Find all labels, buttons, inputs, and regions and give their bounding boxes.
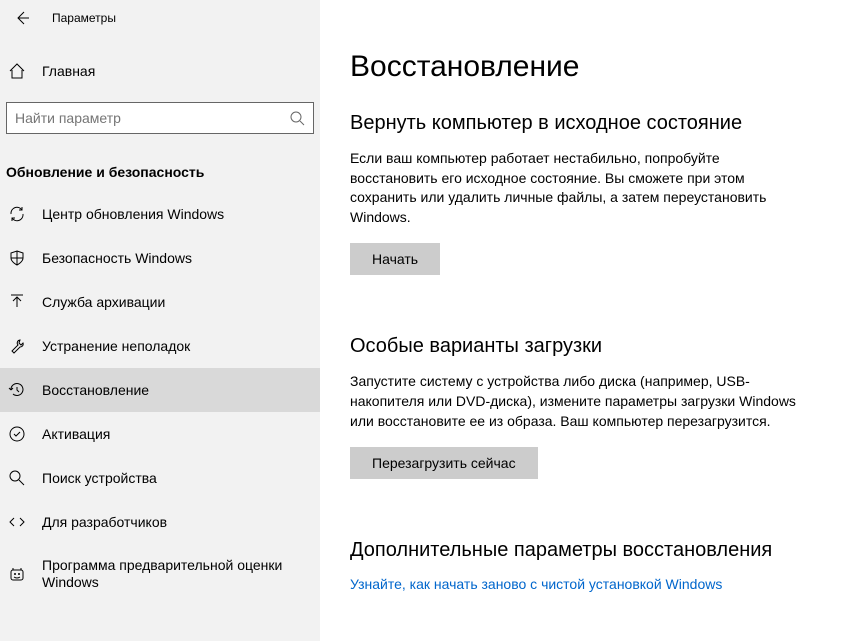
search-icon xyxy=(289,110,305,126)
sidebar-item-windows-update[interactable]: Центр обновления Windows xyxy=(0,192,320,236)
sidebar-item-label: Восстановление xyxy=(42,382,320,399)
history-icon xyxy=(8,381,26,399)
sidebar-item-insider[interactable]: Программа предварительной оценки Windows xyxy=(0,544,320,604)
more-heading: Дополнительные параметры восстановления xyxy=(350,539,834,562)
code-icon xyxy=(8,513,26,531)
back-button[interactable] xyxy=(12,8,32,28)
home-label: Главная xyxy=(42,63,95,79)
sidebar-item-windows-security[interactable]: Безопасность Windows xyxy=(0,236,320,280)
sidebar-item-find-device[interactable]: Поиск устройства xyxy=(0,456,320,500)
window-title: Параметры xyxy=(52,11,116,25)
insider-icon xyxy=(8,565,26,583)
upload-icon xyxy=(8,293,26,311)
more-recovery-section: Дополнительные параметры восстановления … xyxy=(350,539,834,592)
main-content: Восстановление Вернуть компьютер в исход… xyxy=(320,0,864,641)
home-link[interactable]: Главная xyxy=(0,52,320,90)
sidebar-item-backup[interactable]: Служба архивации xyxy=(0,280,320,324)
sidebar-item-label: Для разработчиков xyxy=(42,514,320,531)
check-circle-icon xyxy=(8,425,26,443)
advanced-description: Запустите систему с устройства либо диск… xyxy=(350,372,810,431)
sidebar-item-label: Центр обновления Windows xyxy=(42,206,320,223)
sidebar-item-label: Служба архивации xyxy=(42,294,320,311)
shield-icon xyxy=(8,249,26,267)
section-title: Обновление и безопасность xyxy=(0,154,320,192)
fresh-start-link[interactable]: Узнайте, как начать заново с чистой уста… xyxy=(350,576,722,592)
sidebar-item-activation[interactable]: Активация xyxy=(0,412,320,456)
advanced-startup-section: Особые варианты загрузки Запустите систе… xyxy=(350,335,834,479)
search-box[interactable] xyxy=(6,102,314,134)
page-title: Восстановление xyxy=(350,50,834,84)
reset-heading: Вернуть компьютер в исходное состояние xyxy=(350,112,834,135)
reset-description: Если ваш компьютер работает нестабильно,… xyxy=(350,149,810,227)
sidebar-item-recovery[interactable]: Восстановление xyxy=(0,368,320,412)
advanced-heading: Особые варианты загрузки xyxy=(350,335,834,358)
sidebar-item-label: Активация xyxy=(42,426,320,443)
search-input[interactable] xyxy=(15,110,289,126)
sidebar-item-label: Поиск устройства xyxy=(42,470,320,487)
sync-icon xyxy=(8,205,26,223)
sidebar: Параметры Главная Обновление и безопасно… xyxy=(0,0,320,641)
sidebar-item-label: Программа предварительной оценки Windows xyxy=(42,557,320,591)
arrow-left-icon xyxy=(14,10,30,26)
sidebar-item-label: Устранение неполадок xyxy=(42,338,320,355)
restart-now-button[interactable]: Перезагрузить сейчас xyxy=(350,447,538,479)
sidebar-item-developers[interactable]: Для разработчиков xyxy=(0,500,320,544)
search-device-icon xyxy=(8,469,26,487)
wrench-icon xyxy=(8,337,26,355)
reset-start-button[interactable]: Начать xyxy=(350,243,440,275)
sidebar-item-label: Безопасность Windows xyxy=(42,250,320,267)
sidebar-header: Параметры xyxy=(0,0,320,36)
home-icon xyxy=(8,62,26,80)
sidebar-item-troubleshoot[interactable]: Устранение неполадок xyxy=(0,324,320,368)
reset-section: Вернуть компьютер в исходное состояние Е… xyxy=(350,112,834,275)
